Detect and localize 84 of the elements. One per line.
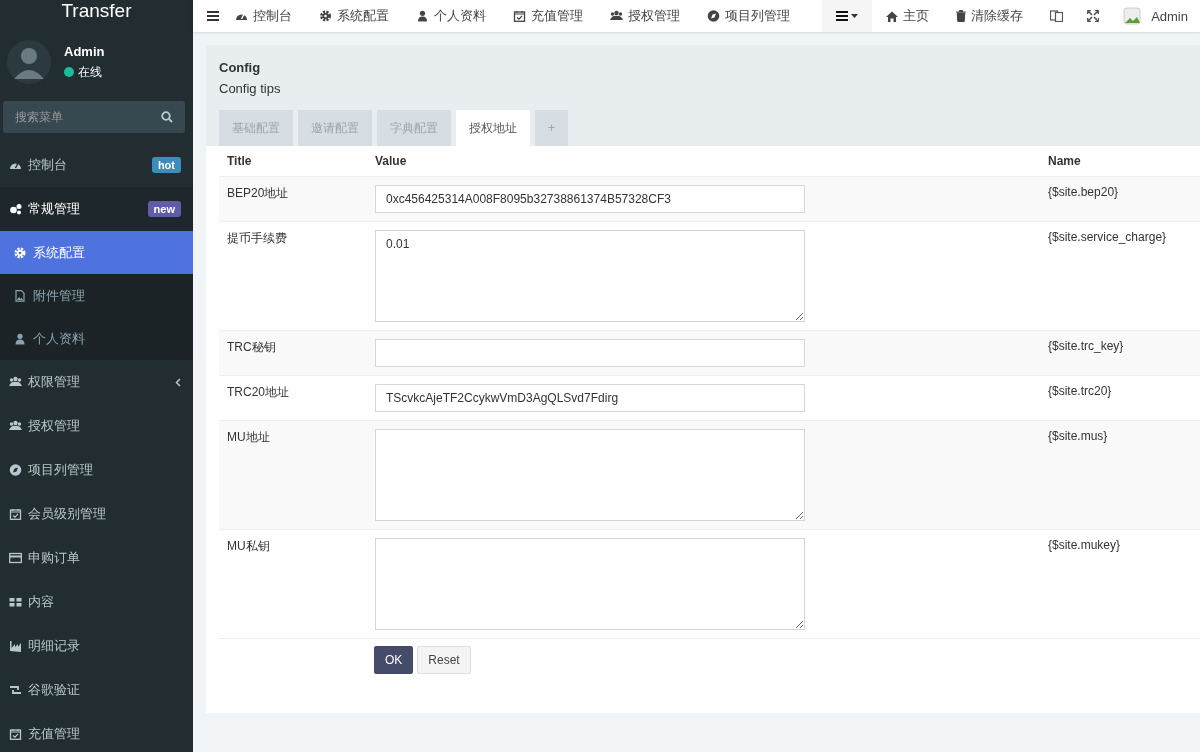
nav-link[interactable]: 项目列管理 xyxy=(707,7,790,25)
menu-badge: new xyxy=(147,201,181,217)
submenu-item[interactable]: 附件管理 xyxy=(0,274,193,317)
user-icon xyxy=(416,10,429,22)
menu-badge: hot xyxy=(151,157,181,173)
caret-icon xyxy=(851,14,859,18)
submenu-item[interactable]: 系统配置 xyxy=(0,231,193,274)
list-icon xyxy=(836,11,849,21)
home-link[interactable]: 主页 xyxy=(886,7,930,25)
input-field[interactable] xyxy=(375,339,805,367)
table-cell: {$site.bep20} xyxy=(1040,176,1200,222)
user-icon xyxy=(14,332,26,345)
list-dropdown[interactable] xyxy=(822,0,873,32)
panel-title: Config xyxy=(219,60,262,75)
user-status: 在线 xyxy=(78,63,102,81)
clear-cache-link[interactable]: 清除缓存 xyxy=(956,7,1024,25)
image-icon xyxy=(14,289,26,302)
chart-icon xyxy=(9,640,22,652)
home-icon xyxy=(886,10,899,22)
table-cell: MU私钥 xyxy=(219,529,367,639)
calendar-icon xyxy=(9,508,22,520)
textarea-field[interactable] xyxy=(375,429,805,521)
nav-link[interactable]: 个人资料 xyxy=(416,7,486,25)
users-icon xyxy=(9,376,22,388)
sidebar-item[interactable]: 申购订单 xyxy=(0,536,193,580)
nav-link[interactable]: 控制台 xyxy=(235,7,292,25)
sidebar-item[interactable]: 会员级别管理 xyxy=(0,492,193,536)
table-cell: {$site.service_charge} xyxy=(1040,221,1200,331)
card-icon xyxy=(9,552,22,564)
sidebar-item[interactable]: 控制台 hot xyxy=(0,143,193,187)
ok-button[interactable]: OK xyxy=(374,646,414,674)
gear-icon xyxy=(14,246,26,259)
sidebar-item[interactable]: 明细记录 xyxy=(0,624,193,668)
textarea-field[interactable] xyxy=(375,538,805,630)
nav-link[interactable]: 充值管理 xyxy=(513,7,583,25)
user-name: Admin xyxy=(64,43,105,59)
tab[interactable]: 授权地址 xyxy=(456,110,530,146)
sidebar-item[interactable]: 项目列管理 xyxy=(0,448,193,492)
fullscreen-icon[interactable] xyxy=(1087,10,1100,22)
users-icon xyxy=(610,10,623,22)
input-field[interactable]: 0xc456425314A008F8095b32738861374B57328CF3 xyxy=(375,185,805,213)
panel-tips: Config tips xyxy=(219,81,282,96)
sidebar-item[interactable]: 常规管理 new xyxy=(0,187,193,231)
search-icon xyxy=(161,111,173,123)
table-cell: {$site.trc20} xyxy=(1040,375,1200,421)
table-cell: MU地址 xyxy=(219,420,367,530)
table-cell: {$site.mus} xyxy=(1040,420,1200,530)
online-dot xyxy=(64,67,74,77)
nav-link[interactable]: 系统配置 xyxy=(319,7,389,25)
users-icon xyxy=(9,420,22,432)
gears-icon xyxy=(9,203,22,215)
textarea-field[interactable]: 0.01 xyxy=(375,230,805,322)
compass-icon xyxy=(707,10,720,22)
calendar-icon xyxy=(513,10,526,22)
app-logo: Transfer xyxy=(60,0,133,22)
table-cell: TRC20地址 xyxy=(219,375,367,421)
trash-icon xyxy=(956,10,967,22)
user-menu[interactable]: Admin xyxy=(1123,7,1188,25)
calendar-icon xyxy=(9,728,22,740)
sidebar-item[interactable]: 授权管理 xyxy=(0,404,193,448)
column-header: Name xyxy=(1040,146,1200,177)
column-header: Title xyxy=(219,146,367,177)
compass-icon xyxy=(9,464,22,476)
broken-image-icon xyxy=(1123,7,1142,25)
sidebar-item[interactable]: 权限管理 xyxy=(0,360,193,404)
grid-icon xyxy=(9,596,22,608)
column-header: Value xyxy=(367,146,1040,177)
menu-icon[interactable] xyxy=(207,11,219,21)
table-cell: TRC秘钥 xyxy=(219,330,367,376)
table-cell: 提币手续费 xyxy=(219,221,367,331)
search-field[interactable]: 搜索菜单 xyxy=(3,101,185,133)
sidebar-item[interactable]: 谷歌验证 xyxy=(0,668,193,712)
submenu-item[interactable]: 个人资料 xyxy=(0,317,193,360)
gear-icon xyxy=(319,10,332,22)
avatar-icon xyxy=(6,39,52,85)
nav-link[interactable]: 授权管理 xyxy=(610,7,680,25)
retweet-icon xyxy=(9,684,22,696)
sidebar-item[interactable]: 内容 xyxy=(0,580,193,624)
reset-button[interactable]: Reset xyxy=(417,646,471,674)
sidebar-item[interactable]: 充值管理 xyxy=(0,712,193,752)
table-cell: {$site.mukey} xyxy=(1040,529,1200,639)
table-cell: {$site.trc_key} xyxy=(1040,330,1200,376)
input-field[interactable]: TScvkcAjeTF2CcykwVmD3AgQLSvd7Fdirg xyxy=(375,384,805,412)
table-cell: BEP20地址 xyxy=(219,176,367,222)
